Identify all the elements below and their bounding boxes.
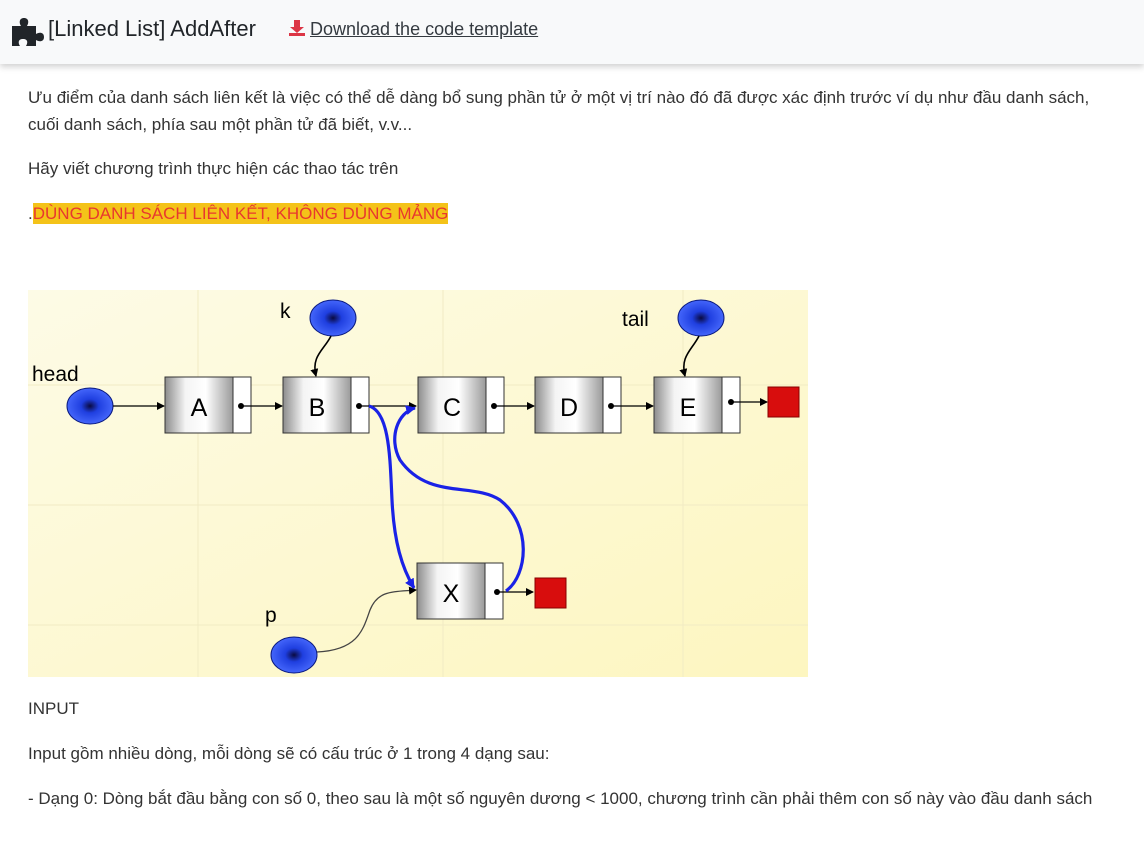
intro-paragraph: Ưu điểm của danh sách liên kết là việc c…	[28, 88, 1090, 134]
input-heading: INPUT	[28, 699, 79, 718]
input-type-0: - Dạng 0: Dòng bắt đầu bằng con số 0, th…	[28, 789, 1093, 808]
linked-list-diagram: head k tail p A B C D E X	[28, 290, 808, 677]
label-head: head	[32, 363, 79, 386]
warning-paragraph: .DÙNG DANH SÁCH LIÊN KẾT, KHÔNG DÙNG MẢN…	[28, 200, 449, 227]
p-pointer	[270, 636, 318, 674]
warning-highlight: DÙNG DANH SÁCH LIÊN KẾT, KHÔNG DÙNG MẢNG	[32, 203, 449, 224]
page-title: [Linked List] AddAfter	[48, 16, 256, 41]
node-label: A	[191, 394, 208, 422]
download-template-link[interactable]: Download the code template	[288, 18, 538, 40]
node-label: C	[443, 394, 461, 422]
label-tail: tail	[622, 308, 649, 331]
download-label: Download the code template	[310, 19, 539, 39]
input-description: Input gồm nhiều dòng, mỗi dòng sẽ có cấu…	[28, 744, 550, 763]
node-label: B	[309, 394, 326, 422]
label-k: k	[280, 300, 291, 323]
tail-pointer	[677, 299, 725, 337]
top-bar: [Linked List] AddAfter Download the code…	[0, 0, 1144, 64]
label-p: p	[265, 604, 277, 627]
head-pointer	[66, 387, 114, 425]
tail-null-square	[767, 386, 800, 418]
node-label: X	[443, 580, 460, 608]
x-null-square	[534, 577, 567, 609]
node-label: D	[560, 394, 578, 422]
node-label: E	[680, 394, 697, 422]
puzzle-piece-icon	[12, 18, 44, 46]
list-node: C	[417, 376, 505, 434]
new-node-x: X	[416, 562, 504, 620]
list-node: D	[534, 376, 622, 434]
download-icon	[289, 20, 305, 36]
list-node: E	[653, 376, 741, 434]
k-pointer	[309, 299, 357, 337]
list-node: A	[164, 376, 252, 434]
task-paragraph: Hãy viết chương trình thực hiện các thao…	[28, 159, 399, 178]
list-node: B	[282, 376, 370, 434]
